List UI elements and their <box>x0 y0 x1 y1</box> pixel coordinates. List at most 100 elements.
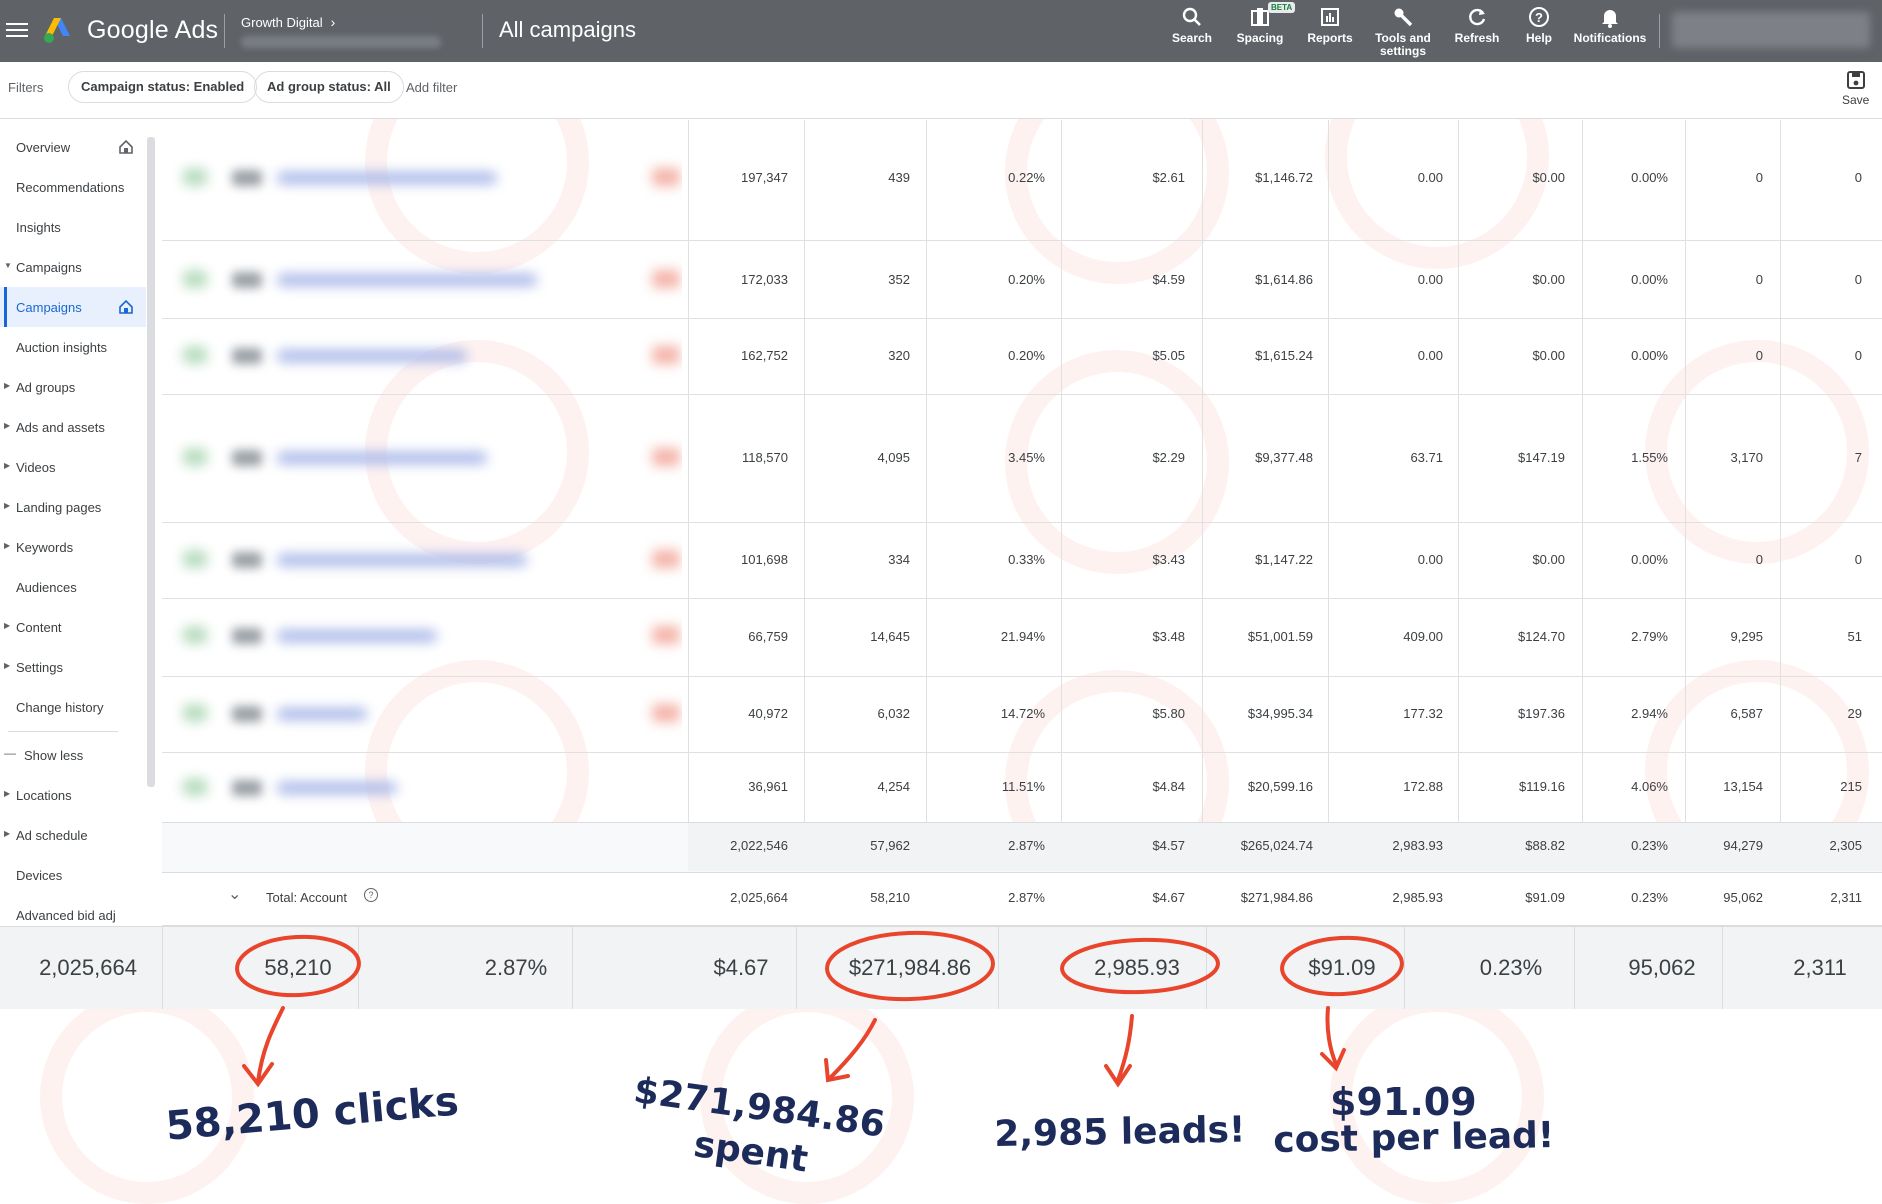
table-cell: 0.20% <box>1008 272 1045 287</box>
sidebar-item-overview[interactable]: Overview <box>0 127 146 167</box>
brand-name: Google Ads <box>87 16 219 44</box>
row-divider <box>162 394 1882 395</box>
sidebar-item-videos[interactable]: ▶ Videos <box>0 447 146 487</box>
table-cell: 197,347 <box>741 170 788 185</box>
total-account-label: Total: Account <box>266 890 347 905</box>
table-cell: $1,615.24 <box>1255 348 1313 363</box>
summary-col-9: 95,062 <box>1628 955 1696 980</box>
summary-clicks: 58,210 <box>264 955 332 980</box>
home-icon <box>119 299 133 314</box>
row-divider <box>162 598 1882 599</box>
tools-settings-button[interactable]: Tools and settings <box>1372 6 1434 58</box>
total-cell: $271,984.86 <box>1240 890 1313 905</box>
sidebar-item-auction-insights[interactable]: Auction insights <box>0 327 146 367</box>
sidebar-scrollbar[interactable] <box>147 137 155 787</box>
sidebar-item-ads-assets[interactable]: ▶ Ads and assets <box>0 407 146 447</box>
sidebar-item-label: Content <box>16 620 62 635</box>
total-cell: 58,210 <box>870 890 910 905</box>
sidebar-item-show-less[interactable]: — Show less <box>0 735 146 775</box>
table-cell: 14,645 <box>870 629 910 644</box>
sidebar-item-campaigns[interactable]: Campaigns <box>0 287 146 327</box>
sidebar-item-change-history[interactable]: Change history <box>0 687 146 727</box>
help-button[interactable]: ? Help <box>1518 6 1560 45</box>
table-cell: 2.79% <box>1631 629 1668 644</box>
table-cell: 3.45% <box>1008 450 1045 465</box>
home-icon <box>119 139 133 154</box>
sidebar-nav: Overview Recommendations Insights ▼ Campa… <box>0 119 160 925</box>
sidebar-item-recommendations[interactable]: Recommendations <box>0 167 146 207</box>
row-divider <box>162 318 1882 319</box>
beta-badge: BETA <box>1268 2 1296 13</box>
sidebar-item-audiences[interactable]: Audiences <box>0 567 146 607</box>
summary-strip: 2,025,664 58,210 2.87% $4.67 $271,984.86 2,98… <box>0 926 1882 1009</box>
table-cell: $1,614.86 <box>1255 272 1313 287</box>
subtotal-cell: 57,962 <box>870 838 910 853</box>
table-cell: 118,570 <box>741 450 788 465</box>
subtotal-cell: 2,983.93 <box>1392 838 1443 853</box>
table-cell: $1,147.22 <box>1255 552 1313 567</box>
user-account-redacted[interactable] <box>1672 12 1870 48</box>
sidebar-item-ad-groups[interactable]: ▶ Ad groups <box>0 367 146 407</box>
google-ads-logo <box>44 18 70 43</box>
sidebar-item-devices[interactable]: Devices <box>0 855 146 895</box>
table-cell: 0.20% <box>1008 348 1045 363</box>
caret-right-icon: ▶ <box>4 661 11 670</box>
summary-cost: $271,984.86 <box>848 955 972 980</box>
search-label: Search <box>1171 31 1213 45</box>
account-name: Growth Digital <box>241 15 323 30</box>
sidebar-item-campaigns-group[interactable]: ▼ Campaigns <box>0 247 146 287</box>
save-button[interactable]: Save <box>1842 70 1869 107</box>
table-cell: 7 <box>1854 450 1862 465</box>
table-cell: 21.94% <box>1000 629 1045 644</box>
sidebar-item-label: Locations <box>16 788 72 803</box>
sidebar-item-settings[interactable]: ▶ Settings <box>0 647 146 687</box>
table-cell: 0 <box>1854 552 1862 567</box>
spacing-label: Spacing <box>1236 31 1284 45</box>
table-cell: 0.00 <box>1417 272 1443 287</box>
table-cell: $5.05 <box>1152 348 1185 363</box>
row-divider <box>162 240 1882 241</box>
filter-chip-campaign-status[interactable]: Campaign status: Enabled <box>68 71 258 103</box>
sidebar-item-locations[interactable]: ▶ Locations <box>0 775 146 815</box>
help-icon[interactable]: ? <box>364 888 378 902</box>
table-cell: 101,698 <box>741 552 788 567</box>
column-divider <box>1582 120 1583 823</box>
arrow-leads <box>1104 1014 1134 1088</box>
refresh-button[interactable]: Refresh <box>1452 6 1502 45</box>
sidebar-item-label: Show less <box>24 748 84 763</box>
table-cell: 51 <box>1847 629 1862 644</box>
account-id-redacted <box>241 36 441 48</box>
summary-cost-per-conv: $91.09 <box>1308 955 1376 980</box>
sidebar-item-advanced-bid-adj[interactable]: Advanced bid adj <box>0 895 146 925</box>
menu-icon[interactable] <box>6 19 28 41</box>
account-selector[interactable]: Growth Digital › <box>241 14 335 30</box>
sidebar-item-content[interactable]: ▶ Content <box>0 607 146 647</box>
table-cell: 4,095 <box>877 450 910 465</box>
sidebar-item-ad-schedule[interactable]: ▶ Ad schedule <box>0 815 146 855</box>
notifications-button[interactable]: Notifications <box>1570 6 1650 45</box>
table-cell: 63.71 <box>1410 450 1443 465</box>
chevron-down-icon[interactable]: ⌄ <box>228 884 241 904</box>
total-cell: 2,985.93 <box>1392 890 1443 905</box>
add-filter-button[interactable]: Add filter <box>406 80 457 95</box>
caret-right-icon: ▶ <box>4 381 11 390</box>
filter-chip-ad-group-status[interactable]: Ad group status: All <box>254 71 404 103</box>
sidebar-item-keywords[interactable]: ▶ Keywords <box>0 527 146 567</box>
subtotal-cell: $88.82 <box>1525 838 1565 853</box>
sidebar-item-landing-pages[interactable]: ▶ Landing pages <box>0 487 146 527</box>
sidebar-item-label: Campaigns <box>16 260 82 275</box>
table-cell: 0 <box>1755 272 1763 287</box>
reports-button[interactable]: Reports <box>1302 6 1358 45</box>
refresh-label: Refresh <box>1454 31 1500 45</box>
caret-right-icon: ▶ <box>4 829 11 838</box>
total-cell: 2,025,664 <box>730 890 788 905</box>
search-button[interactable]: Search <box>1170 6 1214 45</box>
subtotal-cell: 2,022,546 <box>730 838 788 853</box>
subtotal-cell: 0.23% <box>1631 838 1668 853</box>
table-cell: 0.00% <box>1631 552 1668 567</box>
sidebar-item-label: Change history <box>16 700 104 715</box>
table-cell: $0.00 <box>1532 170 1565 185</box>
table-cell: $0.00 <box>1532 552 1565 567</box>
sidebar-item-insights[interactable]: Insights <box>0 207 146 247</box>
table-cell: 40,972 <box>748 706 788 721</box>
